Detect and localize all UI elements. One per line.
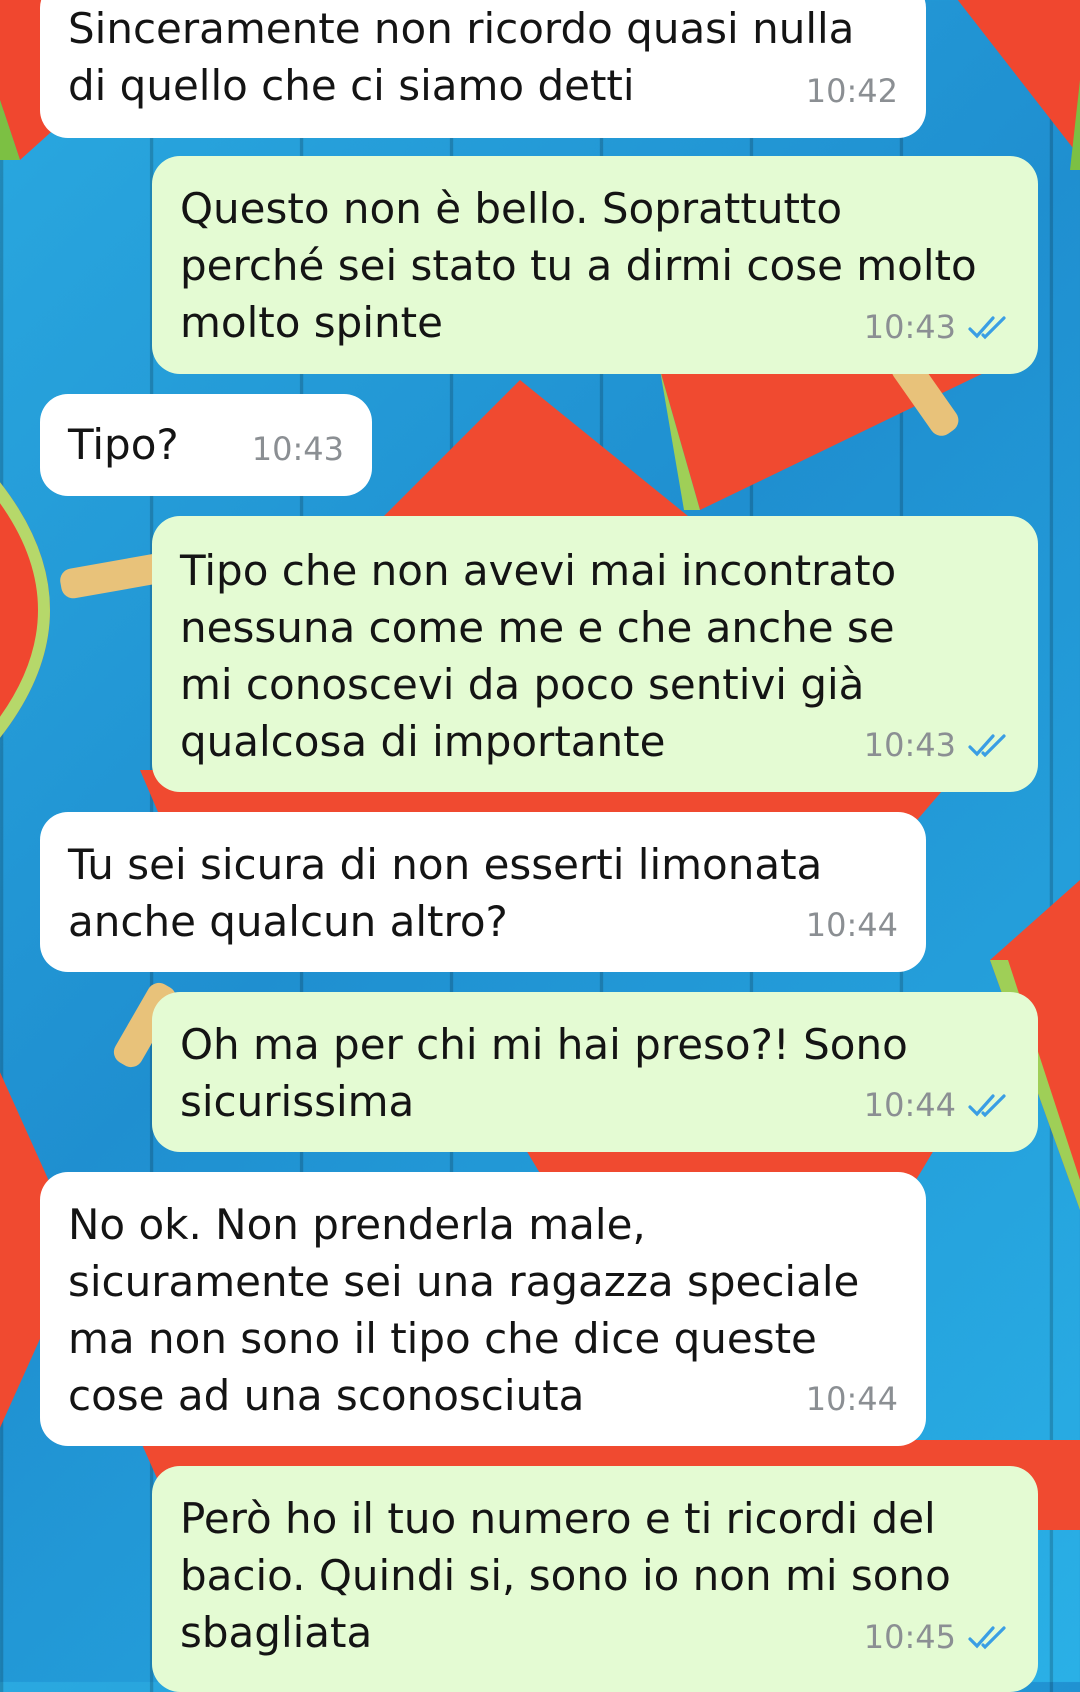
watermelon-slice-image (957, 0, 1080, 170)
message-timestamp: 10:44 (805, 1380, 898, 1418)
message-bubble-incoming[interactable]: Sinceramente non ricordo quasi nulla di … (40, 0, 926, 138)
message-bubble-outgoing[interactable]: Tipo che non avevi mai incontrato nessun… (152, 516, 1038, 792)
watermelon-slice-image (0, 482, 50, 738)
read-double-tick-icon (968, 1093, 1006, 1117)
message-bubble-incoming[interactable]: Tu sei sicura di non esserti limonata an… (40, 812, 926, 972)
read-double-tick-icon (968, 1625, 1006, 1649)
message-text: Sinceramente non ricordo quasi nulla di … (68, 4, 855, 110)
message-bubble-outgoing[interactable]: Questo non è bello. Soprattutto perché s… (152, 156, 1038, 374)
message-text: Tu sei sicura di non esserti limonata an… (68, 840, 823, 946)
watermelon-slice-image (660, 370, 990, 510)
message-text: No ok. Non prenderla male, sicuramente s… (68, 1200, 860, 1420)
message-timestamp: 10:43 (863, 308, 956, 346)
message-timestamp: 10:44 (863, 1086, 956, 1124)
message-timestamp: 10:44 (805, 906, 898, 944)
message-bubble-outgoing[interactable]: Oh ma per chi mi hai preso?! Sono sicuri… (152, 992, 1038, 1152)
message-timestamp: 10:43 (863, 726, 956, 764)
message-timestamp: 10:43 (251, 430, 344, 468)
message-timestamp: 10:45 (863, 1618, 956, 1656)
read-double-tick-icon (968, 733, 1006, 757)
message-timestamp: 10:42 (805, 72, 898, 110)
read-double-tick-icon (968, 315, 1006, 339)
message-bubble-incoming[interactable]: Tipo? 10:43 (40, 394, 372, 496)
message-bubble-outgoing[interactable]: Però ho il tuo numero e ti ricordi del b… (152, 1466, 1038, 1692)
message-bubble-incoming[interactable]: No ok. Non prenderla male, sicuramente s… (40, 1172, 926, 1446)
